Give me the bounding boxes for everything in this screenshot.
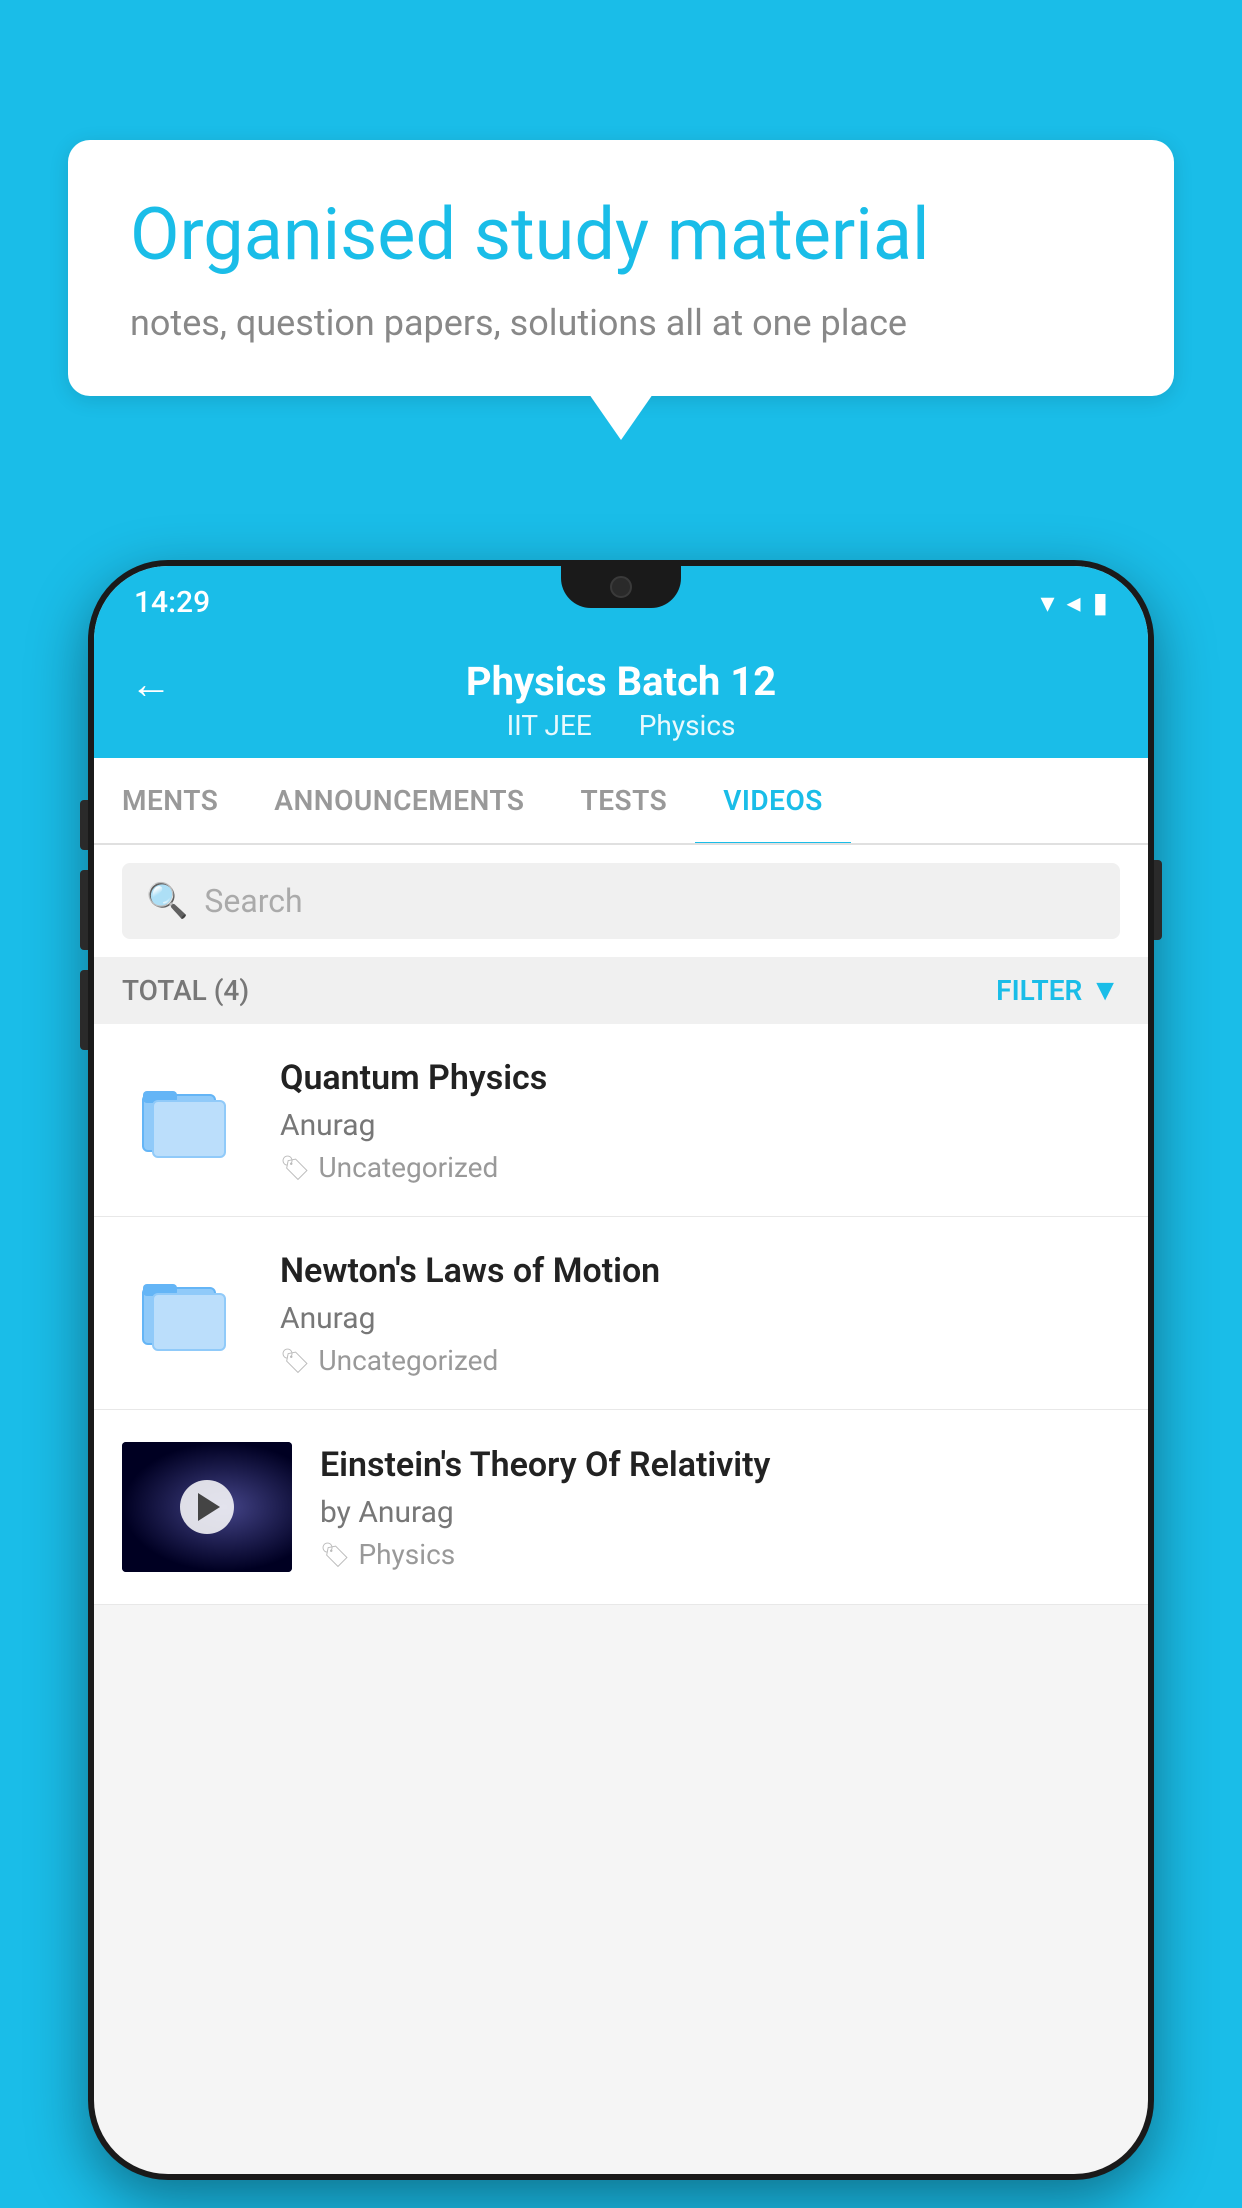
tag-label: Uncategorized: [318, 1151, 498, 1184]
tab-tests[interactable]: TESTS: [553, 758, 696, 843]
volume-silent-button: [80, 800, 88, 850]
folder-thumbnail: [122, 1263, 252, 1363]
video-info: Einstein's Theory Of Relativity by Anura…: [320, 1443, 1120, 1571]
subtitle-iit: IIT JEE: [507, 709, 592, 742]
video-tag: 🏷 Uncategorized: [280, 1344, 1120, 1377]
camera: [610, 576, 632, 598]
status-time: 14:29: [134, 585, 210, 620]
tabs-bar: MENTS ANNOUNCEMENTS TESTS VIDEOS: [94, 758, 1148, 845]
video-list: Quantum Physics Anurag 🏷 Uncategorized: [94, 1024, 1148, 1605]
video-title: Einstein's Theory Of Relativity: [320, 1443, 1120, 1487]
list-item[interactable]: Newton's Laws of Motion Anurag 🏷 Uncateg…: [94, 1217, 1148, 1410]
search-container: 🔍 Search: [94, 845, 1148, 957]
tag-label: Physics: [358, 1538, 455, 1571]
list-item[interactable]: Quantum Physics Anurag 🏷 Uncategorized: [94, 1024, 1148, 1217]
subtitle-subject: Physics: [639, 709, 736, 742]
filter-label: FILTER: [996, 974, 1082, 1007]
video-title: Newton's Laws of Motion: [280, 1249, 1120, 1293]
status-bar: 14:29 ▾ ◂ ▮: [94, 566, 1148, 638]
tag-icon: 🏷: [280, 1154, 310, 1182]
tab-videos[interactable]: VIDEOS: [695, 758, 851, 843]
search-box[interactable]: 🔍 Search: [122, 863, 1120, 939]
tag-icon: 🏷: [320, 1541, 350, 1569]
signal-icon: ◂: [1067, 586, 1081, 619]
speech-bubble-title: Organised study material: [130, 192, 1112, 278]
video-tag: 🏷 Physics: [320, 1538, 1120, 1571]
header-subtitle: IIT JEE Physics: [497, 709, 746, 742]
filter-bar: TOTAL (4) FILTER ▼: [94, 957, 1148, 1024]
tab-announcements[interactable]: ANNOUNCEMENTS: [246, 758, 552, 843]
power-button: [1154, 860, 1162, 940]
tab-ments[interactable]: MENTS: [94, 758, 246, 843]
total-label: TOTAL (4): [122, 974, 249, 1007]
volume-up-button: [80, 870, 88, 950]
video-info: Newton's Laws of Motion Anurag 🏷 Uncateg…: [280, 1249, 1120, 1377]
folder-thumbnail: [122, 1070, 252, 1170]
phone-frame: 14:29 ▾ ◂ ▮ ← Physics Batch 12 IIT JEE P…: [88, 560, 1154, 2180]
wifi-icon: ▾: [1040, 586, 1054, 619]
filter-icon: ▼: [1090, 973, 1120, 1008]
list-item[interactable]: Einstein's Theory Of Relativity by Anura…: [94, 1410, 1148, 1605]
search-icon: 🔍: [146, 881, 188, 921]
video-tag: 🏷 Uncategorized: [280, 1151, 1120, 1184]
video-info: Quantum Physics Anurag 🏷 Uncategorized: [280, 1056, 1120, 1184]
notch: [561, 566, 681, 608]
video-author: Anurag: [280, 1108, 1120, 1143]
phone-screen: 14:29 ▾ ◂ ▮ ← Physics Batch 12 IIT JEE P…: [94, 566, 1148, 2174]
video-title: Quantum Physics: [280, 1056, 1120, 1100]
tag-icon: 🏷: [280, 1347, 310, 1375]
play-button[interactable]: [180, 1480, 234, 1534]
status-icons: ▾ ◂ ▮: [1040, 586, 1108, 619]
back-button[interactable]: ←: [130, 660, 172, 709]
video-thumbnail: [122, 1442, 292, 1572]
app-header: ← Physics Batch 12 IIT JEE Physics: [94, 638, 1148, 758]
video-author: by Anurag: [320, 1495, 1120, 1530]
speech-bubble-container: Organised study material notes, question…: [68, 140, 1174, 396]
filter-button[interactable]: FILTER ▼: [996, 973, 1120, 1008]
tag-label: Uncategorized: [318, 1344, 498, 1377]
search-input[interactable]: Search: [204, 882, 302, 920]
volume-down-button: [80, 970, 88, 1050]
speech-bubble-subtitle: notes, question papers, solutions all at…: [130, 302, 1112, 344]
battery-icon: ▮: [1093, 586, 1108, 619]
video-author: Anurag: [280, 1301, 1120, 1336]
page-title: Physics Batch 12: [466, 658, 776, 705]
speech-bubble: Organised study material notes, question…: [68, 140, 1174, 396]
